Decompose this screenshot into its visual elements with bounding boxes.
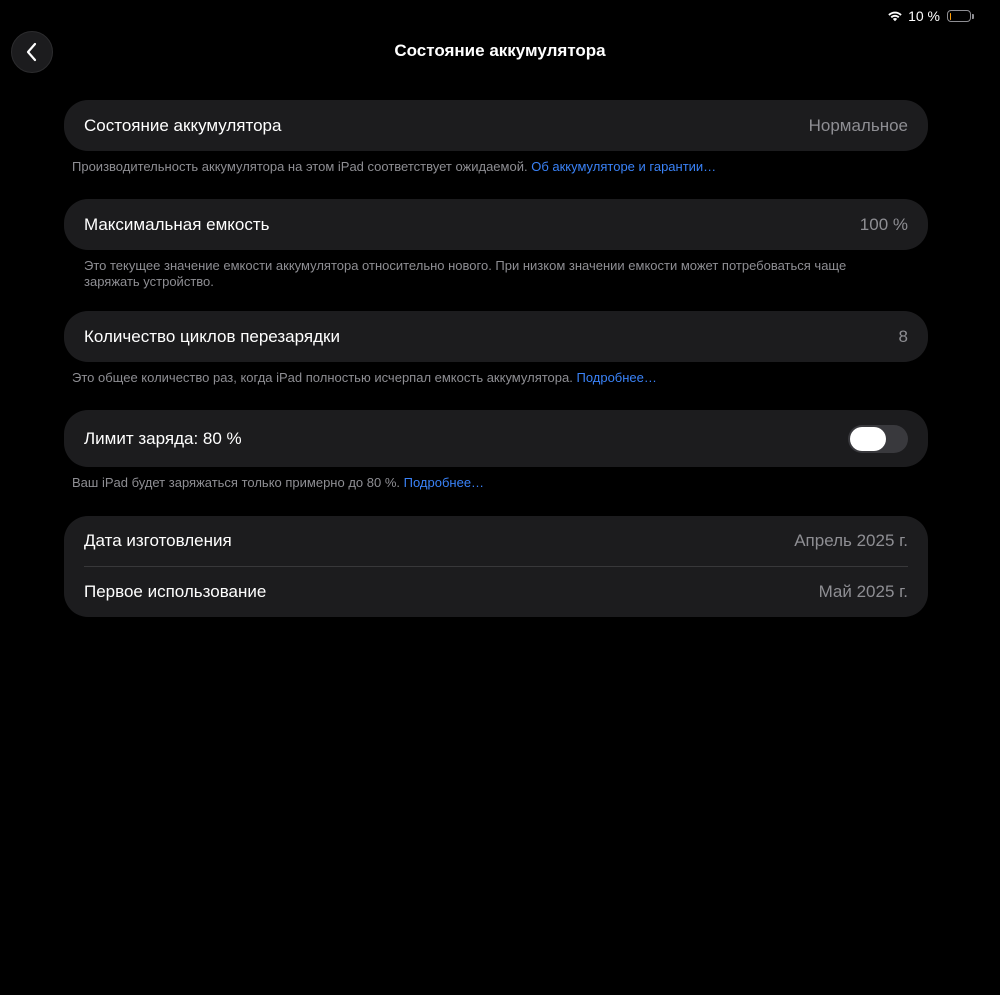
cycle-count-label: Количество циклов перезарядки [84, 326, 340, 346]
battery-health-row[interactable]: Состояние аккумулятора Нормальное [64, 100, 928, 151]
max-capacity-label: Максимальная емкость [84, 214, 270, 234]
battery-health-footer: Производительность аккумулятора на этом … [72, 159, 716, 175]
manufacture-date-row: Дата изготовления Апрель 2025 г. [64, 516, 928, 566]
first-use-value: Май 2025 г. [818, 581, 908, 601]
battery-warranty-link[interactable]: Об аккумуляторе и гарантии… [531, 159, 716, 174]
charge-limit-toggle[interactable] [848, 424, 908, 453]
battery-health-value: Нормальное [808, 115, 908, 135]
charge-limit-footer-text: Ваш iPad будет заряжаться только примерн… [72, 475, 400, 490]
charge-limit-row: Лимит заряда: 80 % [64, 410, 928, 467]
cycle-count-more-link[interactable]: Подробнее… [576, 370, 656, 385]
max-capacity-row: Максимальная емкость 100 % [64, 199, 928, 250]
status-bar: 10 % [887, 6, 974, 26]
max-capacity-value: 100 % [859, 214, 908, 234]
toggle-knob [850, 426, 886, 451]
max-capacity-footer: Это текущее значение емкости аккумулятор… [84, 258, 914, 290]
cycle-count-footer: Это общее количество раз, когда iPad пол… [72, 370, 657, 386]
max-capacity-footer-line2: заряжать устройство. [84, 274, 214, 289]
battery-icon [945, 10, 974, 22]
battery-percentage: 10 % [908, 8, 940, 24]
page-title: Состояние аккумулятора [394, 41, 606, 60]
battery-health-footer-text: Производительность аккумулятора на этом … [72, 159, 528, 174]
manufacture-date-label: Дата изготовления [84, 531, 232, 550]
battery-health-label: Состояние аккумулятора [84, 115, 282, 135]
battery-health-card: Состояние аккумулятора Нормальное [64, 100, 928, 151]
cycle-count-value: 8 [898, 326, 908, 346]
first-use-row: Первое использование Май 2025 г. [64, 566, 928, 617]
wifi-icon [887, 10, 903, 22]
charge-limit-more-link[interactable]: Подробнее… [404, 475, 484, 490]
first-use-label: Первое использование [84, 581, 267, 601]
cycle-count-footer-text: Это общее количество раз, когда iPad пол… [72, 370, 573, 385]
charge-limit-footer: Ваш iPad будет заряжаться только примерн… [72, 475, 484, 491]
cycle-count-card: Количество циклов перезарядки 8 [64, 311, 928, 362]
charge-limit-card: Лимит заряда: 80 % [64, 410, 928, 467]
charge-limit-label: Лимит заряда: 80 % [84, 428, 242, 448]
dates-card: Дата изготовления Апрель 2025 г. Первое … [64, 516, 928, 617]
cycle-count-row: Количество циклов перезарядки 8 [64, 311, 928, 362]
max-capacity-card: Максимальная емкость 100 % [64, 199, 928, 250]
manufacture-date-value: Апрель 2025 г. [794, 531, 908, 550]
max-capacity-footer-line1: Это текущее значение емкости аккумулятор… [84, 258, 847, 273]
